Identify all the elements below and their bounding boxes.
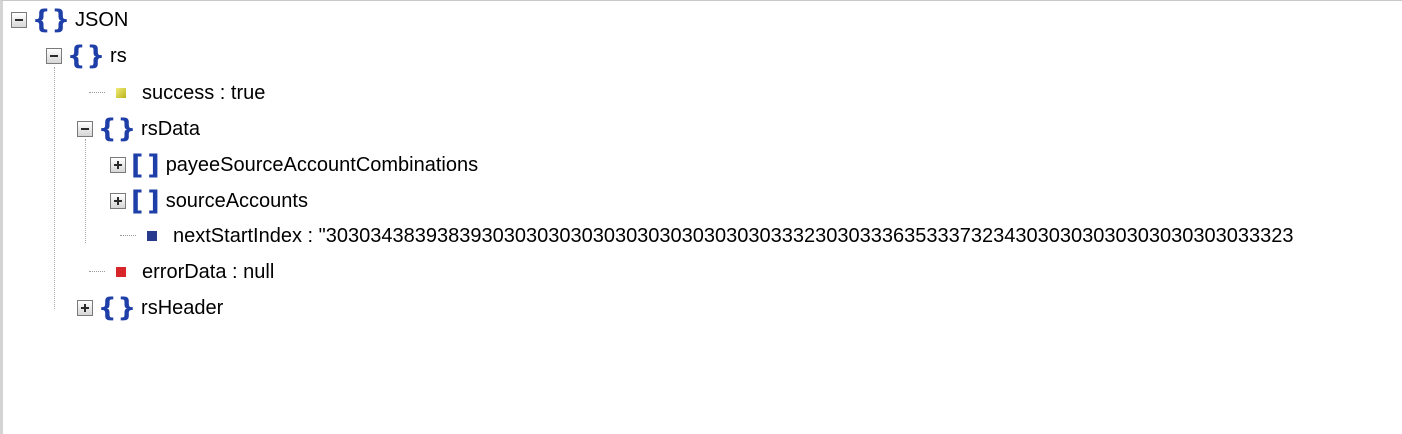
array-brackets-icon: [] <box>131 149 164 181</box>
node-key-label: JSON <box>75 8 129 31</box>
node-key-label: payeeSourceAccountCombinations <box>165 153 479 176</box>
leaf-value: true <box>230 81 266 104</box>
boolean-value-icon <box>116 88 126 98</box>
tree-guide-line <box>54 67 55 309</box>
json-tree-viewer: {} JSON {} rs success : true {} rsData [… <box>0 0 1402 434</box>
leaf-key-label: success <box>142 81 215 104</box>
expand-toggle-icon[interactable] <box>110 157 126 173</box>
object-braces-icon: {} <box>98 114 138 144</box>
collapse-toggle-icon[interactable] <box>77 121 93 137</box>
leaf-key-label: nextStartIndex <box>173 224 302 247</box>
object-braces-icon: {} <box>32 5 72 35</box>
node-key-label: sourceAccounts <box>165 189 308 212</box>
leaf-value: null <box>243 260 275 283</box>
node-key-label: rsData <box>141 117 200 140</box>
tree-node-rs[interactable]: {} rs <box>46 41 127 71</box>
tree-leaf-success[interactable]: success : true <box>89 78 265 108</box>
tree-connector <box>120 235 136 237</box>
tree-leaf-next-start-index[interactable]: nextStartIndex : "3030343839383930303030… <box>120 221 1293 251</box>
tree-node-payee-source-account-combinations[interactable]: [] payeeSourceAccountCombinations <box>110 150 478 180</box>
node-key-label: rsHeader <box>141 296 224 319</box>
leaf-separator: : <box>301 224 319 247</box>
tree-node-source-accounts[interactable]: [] sourceAccounts <box>110 186 308 216</box>
object-braces-icon: {} <box>98 293 138 323</box>
tree-connector <box>89 271 105 273</box>
tree-guide-line <box>85 139 86 243</box>
tree-connector <box>89 92 105 94</box>
node-key-label: rs <box>110 44 127 67</box>
collapse-toggle-icon[interactable] <box>46 48 62 64</box>
leaf-separator: : <box>226 260 244 283</box>
expand-toggle-icon[interactable] <box>110 193 126 209</box>
tree-node-rsheader[interactable]: {} rsHeader <box>77 293 223 323</box>
expand-toggle-icon[interactable] <box>77 300 93 316</box>
null-value-icon <box>116 267 126 277</box>
tree-leaf-error-data[interactable]: errorData : null <box>89 257 274 287</box>
tree-node-rsdata[interactable]: {} rsData <box>77 114 200 144</box>
object-braces-icon: {} <box>67 41 107 71</box>
array-brackets-icon: [] <box>131 185 164 217</box>
collapse-toggle-icon[interactable] <box>11 12 27 28</box>
string-value-icon <box>147 231 157 241</box>
leaf-key-label: errorData <box>142 260 227 283</box>
tree-node-json-root[interactable]: {} JSON <box>11 5 128 35</box>
leaf-value: "303034383938393030303030303030303030303… <box>318 224 1294 247</box>
leaf-separator: : <box>214 81 231 104</box>
